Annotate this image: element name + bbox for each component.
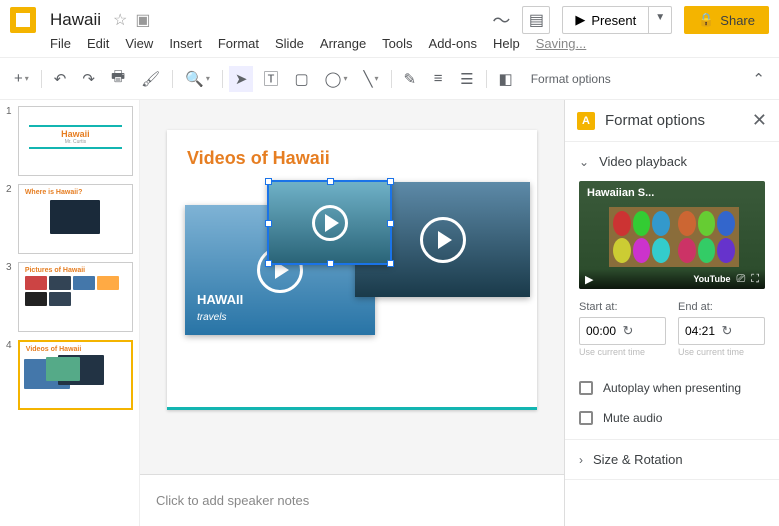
format-options-toolbar-button[interactable]: Format options bbox=[523, 68, 619, 90]
slide-thumb-3[interactable]: Pictures of Hawaii bbox=[18, 262, 133, 332]
align-justify-tool[interactable]: ☰ bbox=[454, 66, 479, 92]
autoplay-checkbox-row[interactable]: Autoplay when presenting bbox=[565, 373, 779, 403]
menu-format[interactable]: Format bbox=[218, 36, 259, 51]
menu-slide[interactable]: Slide bbox=[275, 36, 304, 51]
size-rotation-section-toggle[interactable]: › Size & Rotation bbox=[565, 440, 779, 479]
start-at-label: Start at: bbox=[579, 301, 666, 313]
slide-thumb-2[interactable]: Where is Hawaii? bbox=[18, 184, 133, 254]
panel-title: Format options bbox=[605, 112, 752, 129]
youtube-label: YouTube bbox=[693, 274, 730, 284]
slide-thumbnails: 1 HawaiiMr. Curtis 2 Where is Hawaii? 3 … bbox=[0, 100, 140, 526]
slide-title-text[interactable]: Videos of Hawaii bbox=[167, 130, 537, 177]
shape-tool[interactable]: ◯ bbox=[319, 66, 354, 92]
redo-button[interactable]: ↷ bbox=[76, 66, 101, 92]
present-dropdown[interactable]: ▼ bbox=[649, 6, 672, 34]
toolbar-chevron-up-icon[interactable]: ⌃ bbox=[746, 66, 771, 92]
move-folder-icon[interactable]: ▣ bbox=[135, 10, 150, 30]
thumb-number: 4 bbox=[6, 340, 14, 410]
mute-audio-checkbox-row[interactable]: Mute audio bbox=[565, 403, 779, 439]
preview-play-icon[interactable]: ▶ bbox=[585, 273, 593, 286]
zoom-button[interactable]: 🔍 bbox=[179, 66, 216, 92]
undo-button[interactable]: ↶ bbox=[48, 66, 73, 92]
menu-addons[interactable]: Add-ons bbox=[429, 36, 477, 51]
slide-thumb-4[interactable]: Videos of Hawaii bbox=[18, 340, 133, 410]
checkbox-icon bbox=[579, 381, 593, 395]
play-icon bbox=[312, 205, 348, 241]
preview-fullscreen-icon[interactable]: ⛶ bbox=[751, 273, 759, 286]
video-preview[interactable]: Hawaiian S... ▶ YouTube ⎚ ⛶ bbox=[579, 181, 765, 289]
menu-view[interactable]: View bbox=[125, 36, 153, 51]
video-playback-section-toggle[interactable]: ⌄ Video playback bbox=[565, 142, 779, 181]
menu-file[interactable]: File bbox=[50, 36, 71, 51]
comments-button[interactable]: ▤ bbox=[522, 6, 550, 34]
line-tool[interactable]: ╲ bbox=[357, 66, 384, 92]
document-title[interactable]: Hawaii bbox=[46, 9, 105, 31]
menu-insert[interactable]: Insert bbox=[169, 36, 202, 51]
share-button[interactable]: 🔒Share bbox=[684, 6, 769, 34]
align-left-tool[interactable]: ≡ bbox=[426, 66, 450, 91]
star-icon[interactable]: ☆ bbox=[113, 10, 127, 30]
close-icon[interactable]: ✕ bbox=[752, 110, 767, 131]
end-at-input[interactable]: 04:21↻ bbox=[678, 317, 765, 345]
end-at-label: End at: bbox=[678, 301, 765, 313]
crop-tool[interactable]: ✎ bbox=[398, 66, 423, 92]
format-options-panel: Format options ✕ ⌄ Video playback Hawaii… bbox=[564, 100, 779, 526]
play-icon bbox=[420, 217, 466, 263]
paint-format-button[interactable]: 🖌 bbox=[135, 66, 166, 92]
thumb-number: 2 bbox=[6, 184, 14, 254]
textbox-tool[interactable]: 🅃 bbox=[257, 64, 284, 93]
refresh-icon[interactable]: ↻ bbox=[623, 323, 660, 339]
start-at-input[interactable]: 00:00↻ bbox=[579, 317, 666, 345]
select-tool[interactable]: ➤ bbox=[229, 66, 254, 92]
menu-edit[interactable]: Edit bbox=[87, 36, 109, 51]
slides-logo-icon bbox=[10, 7, 36, 33]
checkbox-icon bbox=[579, 411, 593, 425]
format-options-icon bbox=[577, 112, 595, 130]
chevron-right-icon: › bbox=[579, 453, 583, 467]
thumb-number: 1 bbox=[6, 106, 14, 176]
new-slide-button[interactable]: + bbox=[8, 66, 35, 91]
start-hint: Use current time bbox=[579, 345, 666, 367]
video-object-selected[interactable] bbox=[267, 180, 392, 265]
menu-help[interactable]: Help bbox=[493, 36, 520, 51]
menu-tools[interactable]: Tools bbox=[382, 36, 412, 51]
refresh-icon[interactable]: ↻ bbox=[722, 323, 759, 339]
chevron-down-icon: ⌄ bbox=[579, 155, 589, 169]
saving-status: Saving... bbox=[536, 36, 587, 51]
transition-button[interactable]: ◧ bbox=[493, 66, 519, 92]
speaker-notes[interactable]: Click to add speaker notes bbox=[140, 474, 564, 526]
end-hint: Use current time bbox=[678, 345, 765, 367]
print-button[interactable]: 🖶 bbox=[105, 62, 131, 95]
toolbar: + ↶ ↷ 🖶 🖌 🔍 ➤ 🅃 ▢ ◯ ╲ ✎ ≡ ☰ ◧ Format opt… bbox=[0, 57, 779, 100]
slide-canvas[interactable]: Videos of Hawaii travels bbox=[167, 130, 537, 410]
activity-icon[interactable]: 〜 bbox=[492, 7, 510, 33]
present-button[interactable]: ▶Present bbox=[562, 6, 649, 34]
slide-thumb-1[interactable]: HawaiiMr. Curtis bbox=[18, 106, 133, 176]
menu-arrange[interactable]: Arrange bbox=[320, 36, 366, 51]
preview-cast-icon[interactable]: ⎚ bbox=[736, 273, 745, 286]
thumb-number: 3 bbox=[6, 262, 14, 332]
image-tool[interactable]: ▢ bbox=[288, 66, 314, 92]
menubar: File Edit View Insert Format Slide Arran… bbox=[0, 36, 779, 57]
